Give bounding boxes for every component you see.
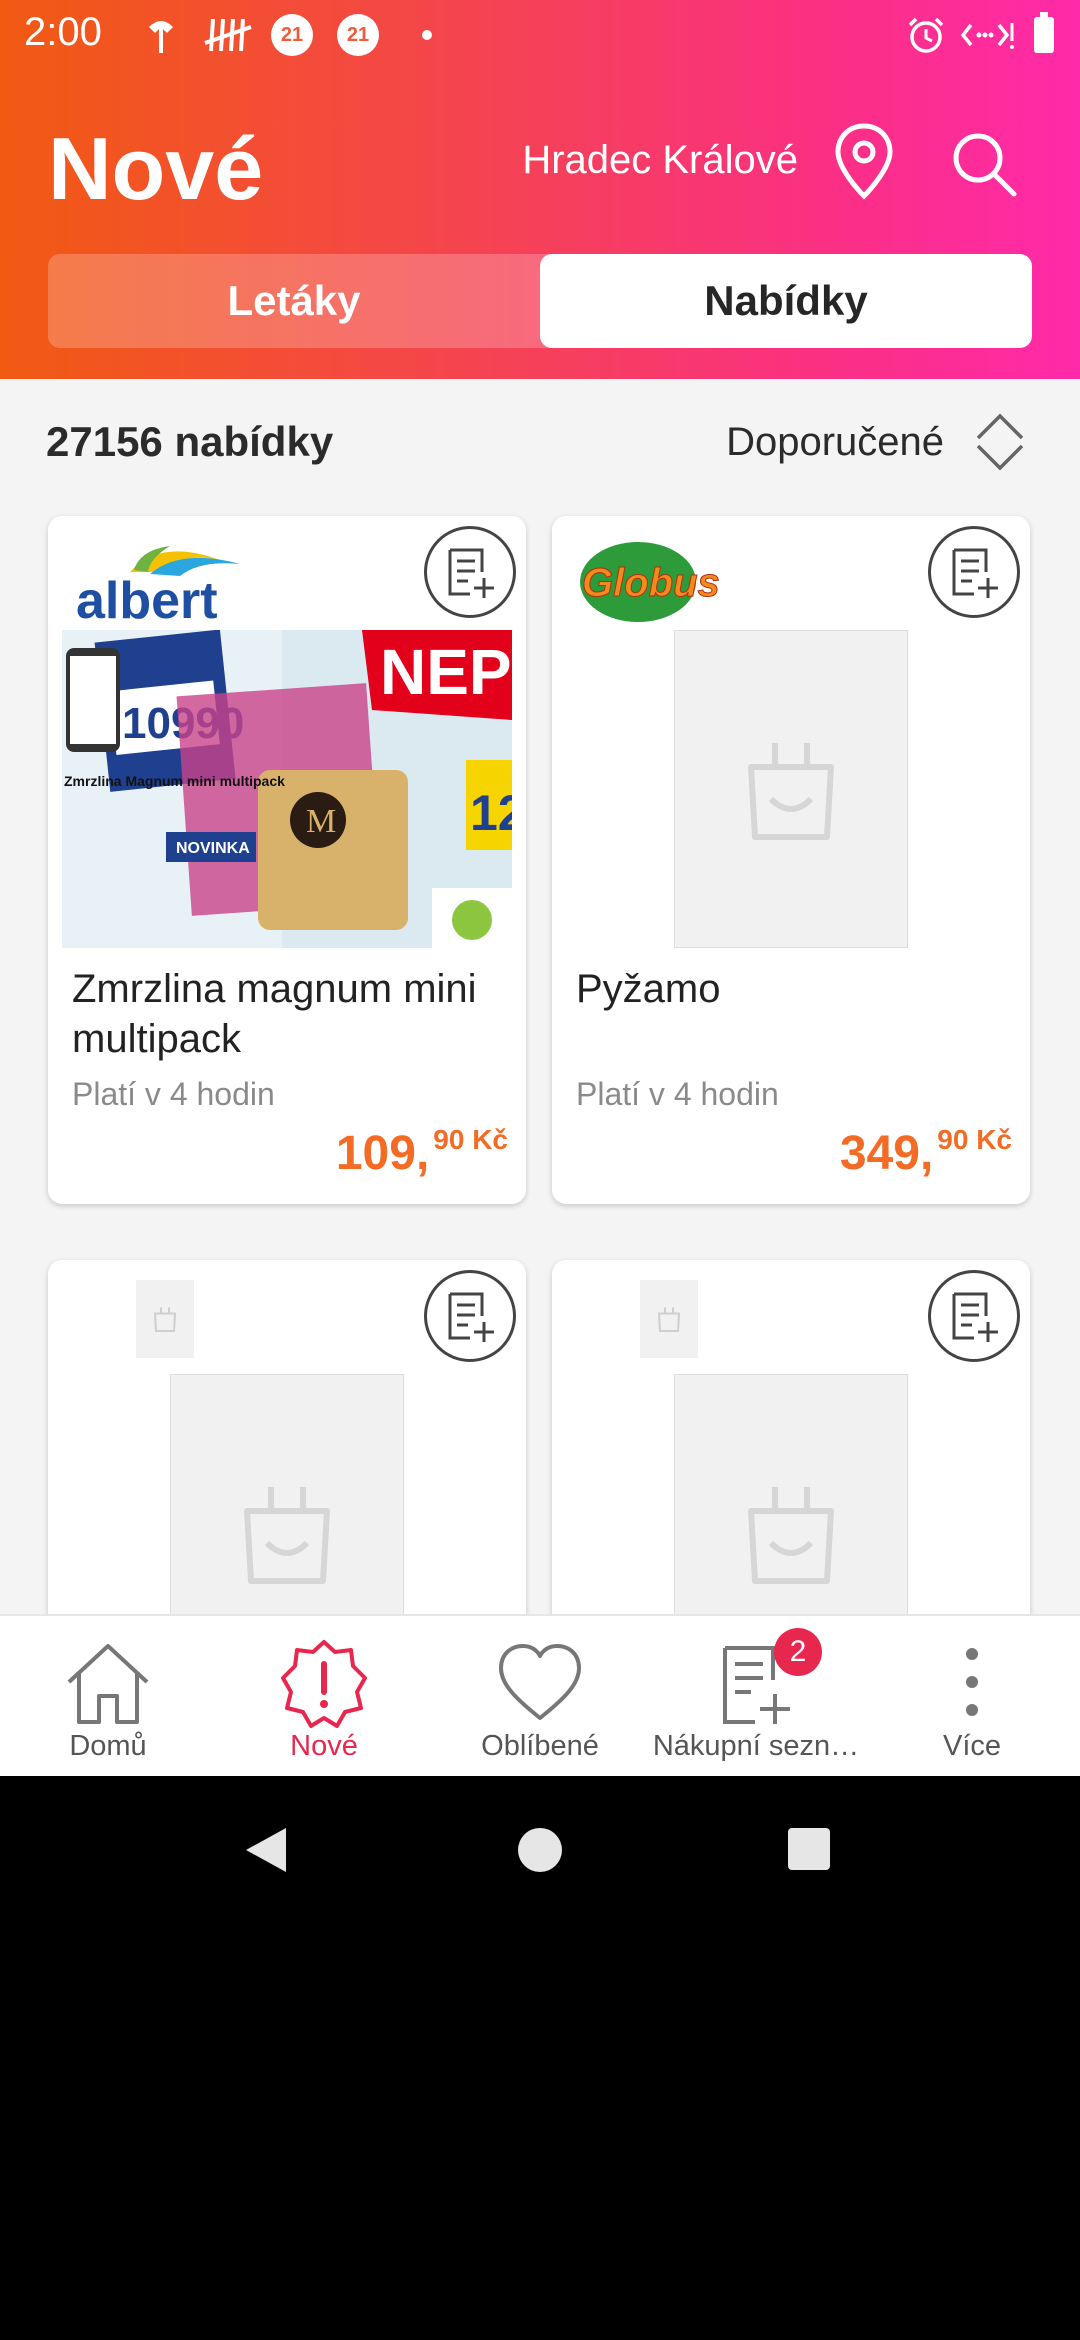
- nav-item-home[interactable]: Domů: [0, 1616, 216, 1776]
- back-icon[interactable]: [242, 1824, 290, 1876]
- offer-card[interactable]: albert NEP 10990 M: [48, 516, 526, 1204]
- shopping-bag-placeholder-icon: [748, 1487, 834, 1584]
- system-navigation-bar: [0, 1776, 1080, 1920]
- nav-label: Více: [942, 1730, 1002, 1762]
- app-badge-icon: 21: [336, 10, 380, 60]
- nav-label: Oblíbené: [481, 1730, 599, 1762]
- add-to-list-button[interactable]: [928, 526, 1020, 618]
- offer-card[interactable]: Globus Pyžamo Platí v 4 hodin 349, 90 Kč: [552, 516, 1030, 1204]
- add-to-list-icon: [448, 1292, 494, 1342]
- sort-label[interactable]: Doporučené: [726, 420, 944, 465]
- product-price: 349, 90 Kč: [839, 1124, 1012, 1181]
- svg-text:M: M: [306, 803, 336, 840]
- nav-item-new[interactable]: Nové: [216, 1616, 432, 1776]
- nav-label: Nákupní sezn…: [652, 1730, 860, 1762]
- add-to-list-button[interactable]: [424, 1270, 516, 1362]
- validity-label: Platí v 4 hodin: [576, 1076, 779, 1112]
- store-logo-placeholder: [136, 1280, 194, 1358]
- location-pin-icon[interactable]: [832, 122, 896, 202]
- notification-badge: 2: [774, 1628, 822, 1676]
- svg-text:Globus: Globus: [582, 561, 720, 605]
- status-time: 2:00: [24, 10, 102, 54]
- sort-icon[interactable]: [972, 410, 1028, 474]
- image-placeholder: [674, 630, 908, 948]
- shopping-bag-placeholder-icon: [244, 1487, 330, 1584]
- validity-label: Platí v 4 hodin: [72, 1076, 275, 1112]
- product-price: 109, 90 Kč: [335, 1124, 508, 1181]
- recents-icon[interactable]: [786, 1826, 832, 1872]
- heart-icon: [499, 1644, 581, 1720]
- shopping-bag-placeholder-icon: [657, 1307, 681, 1332]
- nav-label: Nové: [290, 1730, 358, 1762]
- app-screen: 2:00 21 21 Nové Hradec Králové Letáky Na…: [0, 0, 1080, 1776]
- home-icon: [67, 1644, 149, 1724]
- shopping-bag-placeholder-icon: [748, 743, 834, 840]
- top-app-bar: 2:00 21 21 Nové Hradec Králové Letáky Na…: [0, 0, 1080, 379]
- product-image: NEP 10990 M Zmrzlina Magnum mini multipa…: [62, 630, 512, 948]
- home-circle-icon[interactable]: [516, 1826, 564, 1874]
- add-to-list-icon: [952, 548, 998, 598]
- tab-letaky[interactable]: Letáky: [48, 254, 540, 348]
- data-signal-icon: [960, 10, 1016, 60]
- location-label[interactable]: Hradec Králové: [522, 138, 798, 183]
- tally-icon: [200, 10, 256, 60]
- app-badge-icon: 21: [270, 10, 314, 60]
- product-name: Zmrzlina magnum mini multipack: [72, 967, 477, 1061]
- new-icon: [281, 1640, 367, 1728]
- add-to-list-icon: [448, 548, 494, 598]
- status-bar: 2:00 21 21: [0, 0, 1080, 72]
- segmented-control: Letáky Nabídky: [48, 254, 1032, 348]
- more-icon: [966, 1648, 978, 1716]
- svg-text:albert: albert: [76, 572, 218, 630]
- page-title: Nové: [48, 119, 264, 218]
- store-logo-globus: Globus: [580, 542, 720, 622]
- add-to-list-icon: [952, 1292, 998, 1342]
- price-main: 349,: [839, 1127, 934, 1180]
- price-decimal: 90 Kč: [937, 1124, 1012, 1155]
- search-icon[interactable]: [948, 128, 1020, 200]
- bottom-navigation: Domů Nové Oblíbené 2 Nákupní sezn… Více: [0, 1614, 1080, 1776]
- alarm-icon: [904, 10, 948, 60]
- price-main: 109,: [335, 1127, 430, 1180]
- svg-text:NEP: NEP: [380, 636, 512, 708]
- store-logo-placeholder: [640, 1280, 698, 1358]
- more-notifications-icon: [420, 10, 434, 60]
- svg-text:NOVINKA: NOVINKA: [176, 840, 250, 857]
- nav-item-shopping-list[interactable]: 2 Nákupní sezn…: [648, 1616, 864, 1776]
- price-decimal: 90 Kč: [433, 1124, 508, 1155]
- product-name: Pyžamo: [576, 967, 721, 1011]
- battery-icon: [1032, 10, 1056, 60]
- tab-nabidky[interactable]: Nabídky: [540, 254, 1032, 348]
- shopping-bag-placeholder-icon: [153, 1307, 177, 1332]
- nav-item-more[interactable]: Více: [864, 1616, 1080, 1776]
- svg-text:12: 12: [470, 785, 512, 841]
- svg-text:Zmrzlina Magnum mini multipack: Zmrzlina Magnum mini multipack: [64, 773, 285, 789]
- add-to-list-button[interactable]: [928, 1270, 1020, 1362]
- store-logo-albert: albert: [76, 546, 240, 630]
- nav-item-favorites[interactable]: Oblíbené: [432, 1616, 648, 1776]
- nav-label: Domů: [69, 1730, 147, 1762]
- notification-icon: [138, 10, 184, 60]
- offers-count: 27156 nabídky: [46, 418, 334, 465]
- add-to-list-button[interactable]: [424, 526, 516, 618]
